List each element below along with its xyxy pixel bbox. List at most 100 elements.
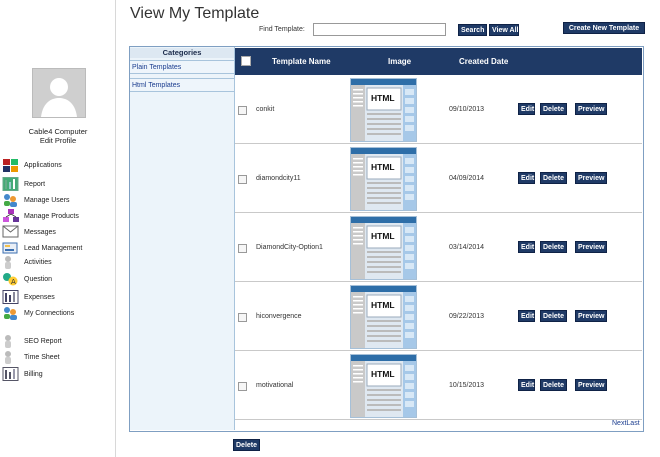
row-checkbox[interactable] xyxy=(238,175,247,184)
created-date: 09/22/2013 xyxy=(449,313,485,320)
sidebar-item-label: Question xyxy=(24,275,53,283)
edit-profile-link[interactable]: Edit Profile xyxy=(0,136,116,145)
edit-button[interactable]: Edit xyxy=(518,241,535,253)
column-created-date: Created Date xyxy=(459,57,509,66)
category-plain-templates[interactable]: Plain Templates xyxy=(130,60,234,74)
template-thumbnail: HTML xyxy=(350,216,417,280)
sidebar-item-applications[interactable]: Applications xyxy=(2,158,62,172)
row-checkbox[interactable] xyxy=(238,313,247,322)
sidebar-item-label: Manage Users xyxy=(24,196,70,204)
sidebar-item-activities[interactable]: Activities xyxy=(2,255,52,269)
delete-selected-button[interactable]: Delete xyxy=(233,439,260,451)
sidebar-item-label: Billing xyxy=(24,370,43,378)
svg-text:A: A xyxy=(11,278,16,286)
sidebar-item-billing[interactable]: Billing xyxy=(2,367,43,381)
create-new-template-button[interactable]: Create New Template xyxy=(563,22,645,34)
preview-button[interactable]: Preview xyxy=(575,172,607,184)
sidebar-item-seo-report[interactable]: SEO Report xyxy=(2,334,62,348)
preview-button[interactable]: Preview xyxy=(575,103,607,115)
sidebar-item-manage-products[interactable]: Manage Products xyxy=(2,209,79,223)
table-row: DiamondCity-Option1 HTML 03/14/2014 Edit Del… xyxy=(235,213,642,282)
sidebar-item-label: SEO Report xyxy=(24,337,62,345)
next-link[interactable]: Next xyxy=(612,420,626,427)
created-date: 09/10/2013 xyxy=(449,106,485,113)
select-all-checkbox[interactable] xyxy=(241,56,251,66)
sidebar-item-label: Activities xyxy=(24,258,52,266)
table-row: motivational HTML 10/15/2013 Edit Delete Prev… xyxy=(235,351,642,420)
preview-button[interactable]: Preview xyxy=(575,379,607,391)
billing-icon xyxy=(2,367,20,381)
template-thumbnail: HTML xyxy=(350,354,417,418)
thumbnail-html-label: HTML xyxy=(371,369,395,379)
delete-button[interactable]: Delete xyxy=(540,172,567,184)
sidebar-item-label: Lead Management xyxy=(24,244,83,252)
sidebar-item-label: Time Sheet xyxy=(24,353,60,361)
sidebar-item-lead-management[interactable]: Lead Management xyxy=(2,241,82,255)
table-row: diamondcity11 HTML 04/09/2014 Edit Delete Pre… xyxy=(235,144,642,213)
sidebar-item-label: Messages xyxy=(24,228,56,236)
categories-panel xyxy=(130,47,235,430)
sidebar-item-my-connections[interactable]: My Connections xyxy=(2,306,74,320)
applications-icon xyxy=(2,158,20,172)
sidebar-item-manage-users[interactable]: Manage Users xyxy=(2,193,70,207)
sidebar-item-time-sheet[interactable]: Time Sheet xyxy=(2,350,60,364)
sidebar-item-label: Manage Products xyxy=(24,212,79,220)
template-thumbnail: HTML xyxy=(350,147,417,211)
created-date: 03/14/2014 xyxy=(449,244,485,251)
template-name: conkit xyxy=(256,106,275,113)
expenses-icon xyxy=(2,290,20,304)
avatar xyxy=(32,68,86,118)
delete-button[interactable]: Delete xyxy=(540,379,567,391)
table-row: hiconvergence HTML 09/22/2013 Edit Delete Pre… xyxy=(235,282,642,351)
table-header: Template Name Image Created Date xyxy=(235,48,642,75)
edit-button[interactable]: Edit xyxy=(518,172,535,184)
preview-button[interactable]: Preview xyxy=(575,310,607,322)
delete-button[interactable]: Delete xyxy=(540,241,567,253)
person-icon xyxy=(2,350,20,364)
thumbnail-html-label: HTML xyxy=(371,162,395,172)
sidebar-item-report[interactable]: Report xyxy=(2,177,45,191)
sidebar-item-label: Report xyxy=(24,180,46,188)
edit-button[interactable]: Edit xyxy=(518,379,535,391)
column-template-name: Template Name xyxy=(272,57,331,66)
template-name: motivational xyxy=(256,382,294,389)
delete-button[interactable]: Delete xyxy=(540,310,567,322)
sidebar-item-expenses[interactable]: Expenses xyxy=(2,290,55,304)
sidebar-divider xyxy=(115,0,116,457)
created-date: 04/09/2014 xyxy=(449,175,485,182)
sidebar-item-question[interactable]: A Question xyxy=(2,272,52,286)
person-icon xyxy=(2,255,20,269)
category-html-templates[interactable]: Html Templates xyxy=(130,78,234,92)
row-checkbox[interactable] xyxy=(238,382,247,391)
edit-button[interactable]: Edit xyxy=(518,103,535,115)
preview-button[interactable]: Preview xyxy=(575,241,607,253)
pager: NextLast xyxy=(612,420,640,427)
edit-button[interactable]: Edit xyxy=(518,310,535,322)
find-template-label: Find Template: xyxy=(259,26,305,33)
view-all-button[interactable]: View All xyxy=(489,24,519,36)
person-icon xyxy=(2,334,20,348)
question-icon: A xyxy=(2,272,20,286)
template-thumbnail: HTML xyxy=(350,78,417,142)
sidebar-item-messages[interactable]: Messages xyxy=(2,225,56,239)
lead-icon xyxy=(2,241,20,255)
row-checkbox[interactable] xyxy=(238,244,247,253)
products-icon xyxy=(2,209,20,223)
thumbnail-html-label: HTML xyxy=(371,231,395,241)
template-thumbnail: HTML xyxy=(350,285,417,349)
column-image: Image xyxy=(388,57,412,66)
delete-button[interactable]: Delete xyxy=(540,103,567,115)
report-icon xyxy=(2,177,20,191)
row-checkbox[interactable] xyxy=(238,106,247,115)
table-row: conkit HTML 09/10/2013 Edit Delete Preview xyxy=(235,75,642,144)
categories-header: Categories xyxy=(130,48,234,58)
user-silhouette-icon xyxy=(33,69,85,117)
sidebar-item-label: Applications xyxy=(24,161,62,169)
last-link[interactable]: Last xyxy=(626,420,639,427)
thumbnail-html-label: HTML xyxy=(371,93,395,103)
messages-icon xyxy=(2,225,20,239)
profile-name: Cable4 Computer xyxy=(28,127,88,136)
search-button[interactable]: Search xyxy=(458,24,487,36)
template-name: diamondcity11 xyxy=(256,175,301,182)
find-template-input[interactable] xyxy=(313,23,446,36)
